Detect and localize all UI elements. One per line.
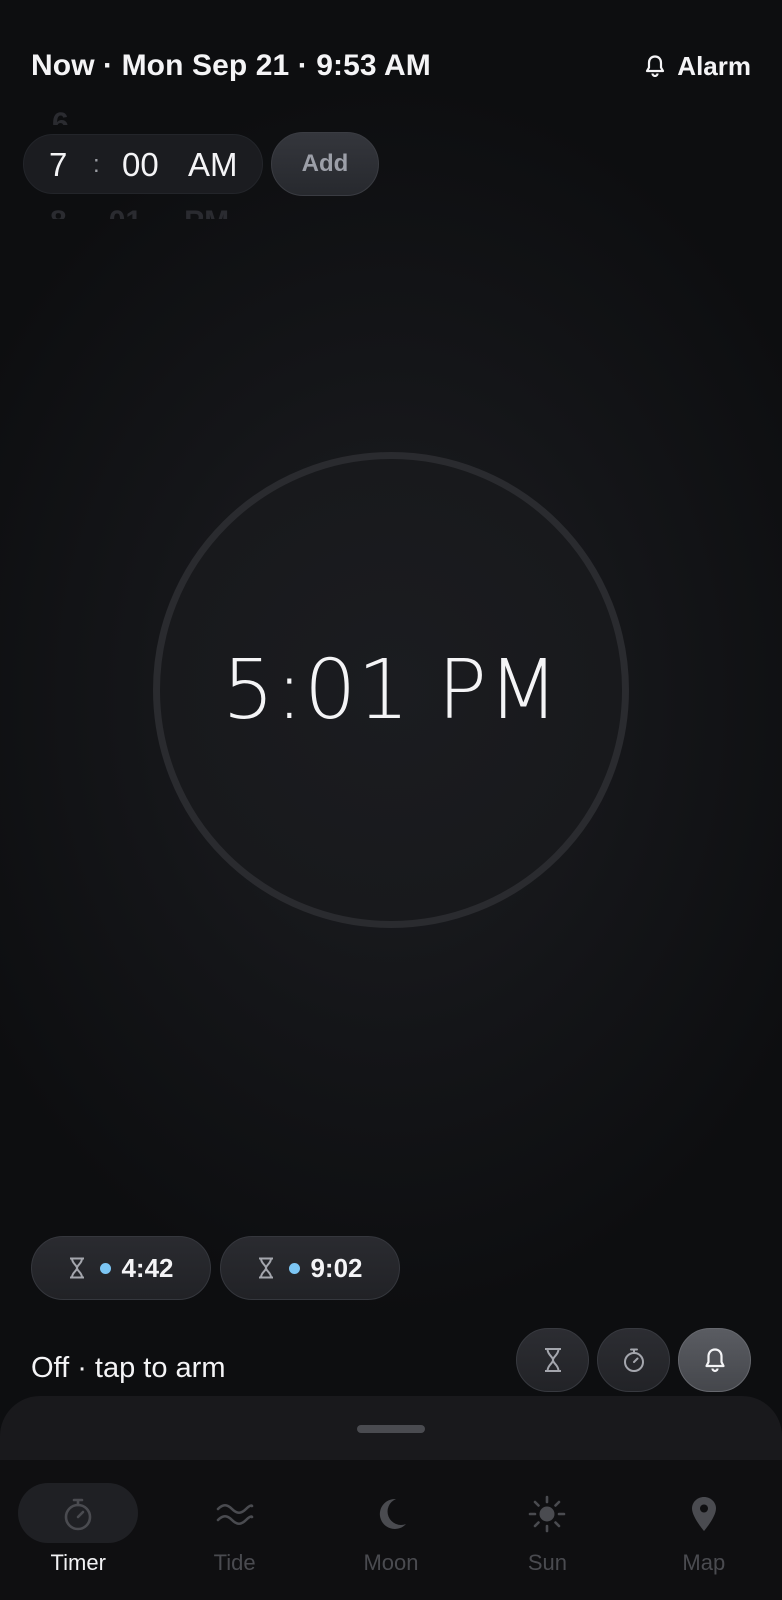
timer-status-dot — [289, 1262, 301, 1274]
picker-separator: : — [93, 151, 100, 178]
hourglass-icon — [259, 1257, 274, 1279]
sun-icon — [527, 1494, 567, 1534]
picker-prev-hour: 6 — [52, 107, 69, 125]
arm-status-row: Off · tap to arm — [31, 1324, 751, 1396]
picker-next-values: 8 01 PM — [50, 205, 290, 219]
timer-chip[interactable]: 4:42 — [31, 1236, 211, 1300]
stopwatch-icon — [58, 1494, 98, 1534]
nav-label: Map — [682, 1550, 726, 1575]
hourglass-icon — [544, 1348, 561, 1372]
bell-icon — [646, 55, 665, 77]
nav-label: Sun — [527, 1550, 567, 1575]
nav-item-sun[interactable]: Sun — [469, 1460, 625, 1600]
nav-item-map[interactable]: Map — [626, 1460, 782, 1600]
mode-alarm-button[interactable] — [678, 1328, 751, 1392]
header: Now · Mon Sep 21 · 9:53 AM Alarm — [31, 44, 751, 88]
clock-dial[interactable]: 5:01 PM — [153, 452, 629, 928]
alarm-time-picker-row: 6 7 : 00 AM 8 01 PM Add — [23, 107, 379, 219]
nav-label: Tide — [213, 1550, 256, 1575]
timer-chips: 4:42 9:02 — [31, 1236, 400, 1300]
stopwatch-icon — [623, 1348, 644, 1372]
mode-switcher — [516, 1328, 751, 1392]
picker-minute[interactable]: 00 — [122, 135, 159, 195]
sheet-drag-handle[interactable] — [357, 1425, 425, 1433]
timer-value: 9:02 — [310, 1252, 363, 1283]
nav-item-tide[interactable]: Tide — [156, 1460, 312, 1600]
time-picker[interactable]: 6 7 : 00 AM 8 01 PM — [23, 107, 263, 219]
map-pin-icon — [684, 1494, 724, 1534]
picker-next-ampm: PM — [184, 205, 229, 219]
moon-icon — [371, 1494, 411, 1534]
current-time-label: Now · Mon Sep 21 · 9:53 AM — [31, 49, 431, 82]
add-alarm-button[interactable]: Add — [271, 132, 379, 196]
bottom-sheet[interactable] — [0, 1396, 782, 1460]
timer-chip[interactable]: 9:02 — [220, 1236, 400, 1300]
timer-value: 4:42 — [121, 1252, 174, 1283]
nav-item-moon[interactable]: Moon — [313, 1460, 469, 1600]
picker-next-hour: 8 — [50, 205, 67, 219]
waves-icon — [215, 1494, 255, 1534]
picker-ampm[interactable]: AM — [188, 135, 238, 195]
dial-time: 5:01 PM — [222, 642, 560, 738]
hourglass-icon — [70, 1257, 85, 1279]
bell-icon — [704, 1348, 725, 1373]
picker-next-minute: 01 — [109, 205, 142, 219]
bottom-navigation: Timer Tide Moon Sun Map — [0, 1460, 782, 1600]
nav-label: Moon — [363, 1550, 419, 1575]
alarm-label: Alarm — [677, 50, 751, 81]
arm-status-text[interactable]: Off · tap to arm — [31, 1352, 225, 1385]
nav-item-timer[interactable]: Timer — [0, 1460, 156, 1600]
mode-stopwatch-button[interactable] — [597, 1328, 670, 1392]
mode-timer-button[interactable] — [516, 1328, 589, 1392]
timer-status-dot — [100, 1262, 112, 1274]
nav-label: Timer — [50, 1550, 106, 1575]
alarm-button[interactable]: Alarm — [645, 51, 751, 82]
picker-hour[interactable]: 7 — [49, 135, 67, 195]
